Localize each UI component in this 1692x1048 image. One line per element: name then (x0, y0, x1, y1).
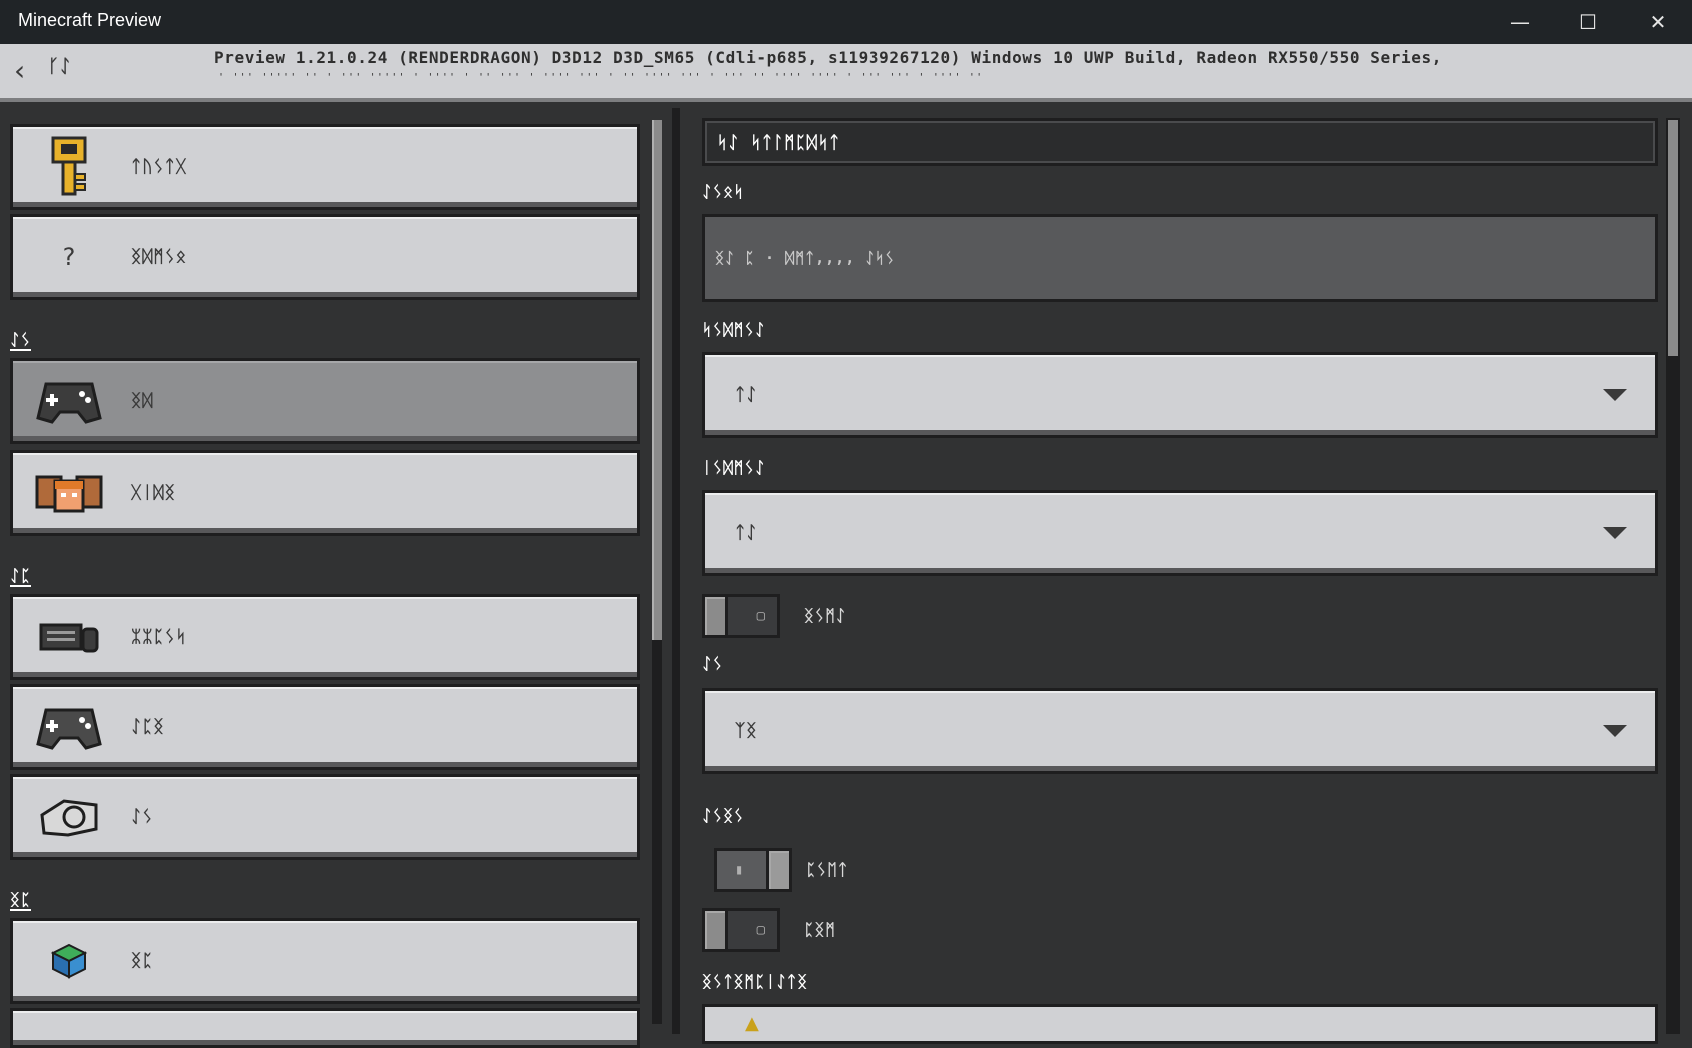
sidebar-item-keyboard-mouse[interactable]: ᛯᛯᛈᛊᛋ (10, 594, 640, 680)
sidebar-item-world[interactable]: ᛝᛈ (10, 918, 640, 1004)
toggle-2[interactable]: ▮ (714, 848, 792, 892)
chevron-down-icon (1603, 389, 1627, 401)
sidebar-item-game[interactable]: ᛝᛞ (10, 358, 640, 444)
window-title: Minecraft Preview (18, 10, 162, 30)
toggle-knob (702, 908, 728, 952)
dropdown-3-label: ᛇᛊ (702, 654, 724, 673)
chevron-down-icon (1603, 725, 1627, 737)
question-icon: ? (62, 243, 76, 271)
section-heading-world: ᛝᛈ (10, 890, 32, 911)
toggle-off-mark: ▢ (756, 922, 765, 938)
section-heading-general: ᛇᛊ (10, 330, 32, 351)
sidebar-scroll-thumb[interactable] (652, 120, 662, 640)
dropdown-2-value: ᛏᛇ (735, 523, 758, 543)
window-titlebar: Minecraft Preview — ☐ ✕ (0, 0, 1692, 44)
readonly-field-label: ᛇᛊᛟᛋ (702, 182, 745, 201)
maximize-button[interactable]: ☐ (1554, 0, 1622, 44)
section-heading-controls: ᛇᛈ (10, 566, 32, 587)
section-3-label: ᛝᛊᛏᛝᛗᛈᛁᛇᛏᛝ (702, 972, 809, 991)
toggle-knob (702, 594, 728, 638)
toggle-2-label: ᛈᛊᛖᛏ (806, 860, 849, 879)
toggle-1-label: ᛝᛊᛗᛇ (804, 606, 847, 625)
bottom-option-button[interactable]: ▲ (702, 1004, 1658, 1044)
key-icon (33, 136, 105, 197)
minimize-button[interactable]: — (1486, 0, 1554, 44)
dropdown-2-label: ᛁᛊᛞᛗᛊᛇ (702, 458, 766, 477)
readonly-field-value: ᛝᛇ ᛈ · ᛞᛗᛏ,,,, ᛇᛋᛊ (715, 249, 896, 267)
touch-icon (33, 787, 105, 847)
sidebar-item-multiplayer[interactable]: ᚷᛁᛞᛝ (10, 450, 640, 536)
sidebar-item-label: ᛝᛞᛗᛊᛟ (131, 247, 187, 267)
sidebar-item-label: ᛇᛈᛝ (131, 717, 165, 737)
sidebar-item-label: ᛇᛊ (131, 807, 154, 827)
name-input-value: ᛋᛇ ᛋᛏᛚᛗᛈᛞᛋᛏ (717, 133, 841, 153)
players-icon (33, 463, 105, 523)
dropdown-3[interactable]: ᛉᛝ (702, 688, 1658, 774)
readonly-field: ᛝᛇ ᛈ · ᛞᛗᛏ,,,, ᛇᛋᛊ (702, 214, 1658, 302)
controller-icon (33, 371, 105, 431)
sidebar-item-touch[interactable]: ᛇᛊ (10, 774, 640, 860)
toggle-3-label: ᛈᛝᛗ (804, 920, 836, 939)
content-scroll-thumb[interactable] (1668, 120, 1678, 356)
sidebar-item-account[interactable]: ᛏᚢᛊᛏᚷ (10, 124, 640, 210)
toggle-knob (766, 848, 792, 892)
toggle-3[interactable]: ▢ (702, 908, 780, 952)
chevron-left-icon[interactable]: ‹ (14, 54, 25, 87)
warning-icon: ▲ (745, 1013, 759, 1034)
column-divider (672, 108, 680, 1034)
sidebar-item-label: ᛝᛈ (131, 951, 154, 971)
sidebar-item-more[interactable] (10, 1008, 640, 1048)
name-input[interactable]: ᛋᛇ ᛋᛏᛚᛗᛈᛞᛋᛏ (702, 118, 1658, 166)
dropdown-3-value: ᛉᛝ (735, 721, 758, 741)
close-button[interactable]: ✕ (1624, 0, 1692, 44)
chevron-down-icon (1603, 527, 1627, 539)
toggle-1[interactable]: ▢ (702, 594, 780, 638)
page-title: ᚴᛇ (48, 56, 72, 77)
toggle-off-mark: ▢ (756, 608, 765, 624)
section-2-label: ᛇᛊᛝᛊ (702, 806, 745, 825)
sidebar-item-label: ᛝᛞ (131, 391, 154, 411)
sidebar-item-label: ᚷᛁᛞᛝ (131, 483, 176, 503)
dropdown-1-value: ᛏᛇ (735, 385, 758, 405)
dropdown-1[interactable]: ᛏᛇ (702, 352, 1658, 438)
sidebar-item-controller[interactable]: ᛇᛈᛝ (10, 684, 640, 770)
version-info: Preview 1.21.0.24 (RENDERDRAGON) D3D12 D… (214, 48, 1442, 67)
sidebar-item-label: ᛯᛯᛈᛊᛋ (131, 627, 187, 647)
keyboard-mouse-icon (33, 607, 105, 667)
dropdown-1-label: ᛋᛊᛞᛗᛊᛇ (702, 320, 766, 339)
version-subinfo: ' ''' ''''' '' ' ''' ''''' ' '''' ' '' '… (218, 72, 984, 83)
world-cube-icon (33, 931, 105, 991)
settings-header: ‹ ᚴᛇ Preview 1.21.0.24 (RENDERDRAGON) D3… (0, 44, 1692, 102)
controller-icon (33, 697, 105, 757)
sidebar-item-label: ᛏᚢᛊᛏᚷ (131, 157, 187, 177)
toggle-on-mark: ▮ (735, 862, 744, 878)
dropdown-2[interactable]: ᛏᛇ (702, 490, 1658, 576)
sidebar-item-help[interactable]: ? ᛝᛞᛗᛊᛟ (10, 214, 640, 300)
